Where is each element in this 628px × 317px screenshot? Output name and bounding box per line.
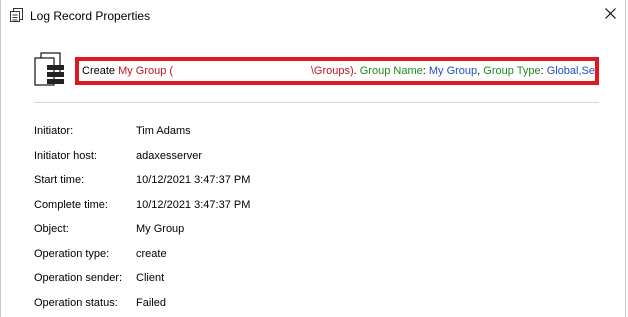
property-value: My Group [136, 223, 185, 235]
property-value: 10/12/2021 3:47:37 PM [136, 174, 251, 186]
property-label: Operation status: [34, 296, 118, 309]
property-value: Client [136, 272, 165, 284]
description-segment-property: Group Name [359, 65, 423, 77]
close-icon [604, 8, 616, 22]
description-segment-object: My Group ( [118, 65, 174, 77]
property-label: Object: [34, 223, 69, 235]
description-segment-value: My Group [428, 65, 478, 77]
operation-description: Create My Group (\Groups). Group Name: M… [75, 57, 599, 85]
property-label: Initiator: [34, 125, 74, 137]
log-record-icon [10, 8, 24, 22]
description-segment-plain: Create [82, 65, 119, 77]
property-value: Tim Adams [136, 125, 191, 137]
property-value: Failed [136, 296, 166, 309]
property-label: Operation sender: [34, 272, 123, 284]
property-label: Start time: [34, 174, 85, 186]
property-label: Complete time: [34, 198, 108, 211]
description-segment-property: Group Type [483, 65, 541, 77]
property-label: Initiator host: [34, 149, 97, 162]
close-button[interactable] [597, 2, 623, 28]
property-value: create [136, 247, 167, 260]
separator [34, 102, 599, 103]
record-stack-icon [33, 52, 67, 86]
log-record-properties-window: Log Record Properties Create My Group ( \… [0, 0, 626, 317]
property-label: Operation type: [34, 247, 110, 260]
window-title: Log Record Properties [30, 9, 151, 23]
property-value: 10/12/2021 3:47:37 PM [136, 198, 251, 211]
title-bar: Log Record Properties [1, 0, 625, 31]
property-value: adaxesserver [136, 149, 203, 162]
description-segment-value: Global,Se [546, 65, 595, 77]
description-segment-object: \Groups) [310, 65, 354, 77]
